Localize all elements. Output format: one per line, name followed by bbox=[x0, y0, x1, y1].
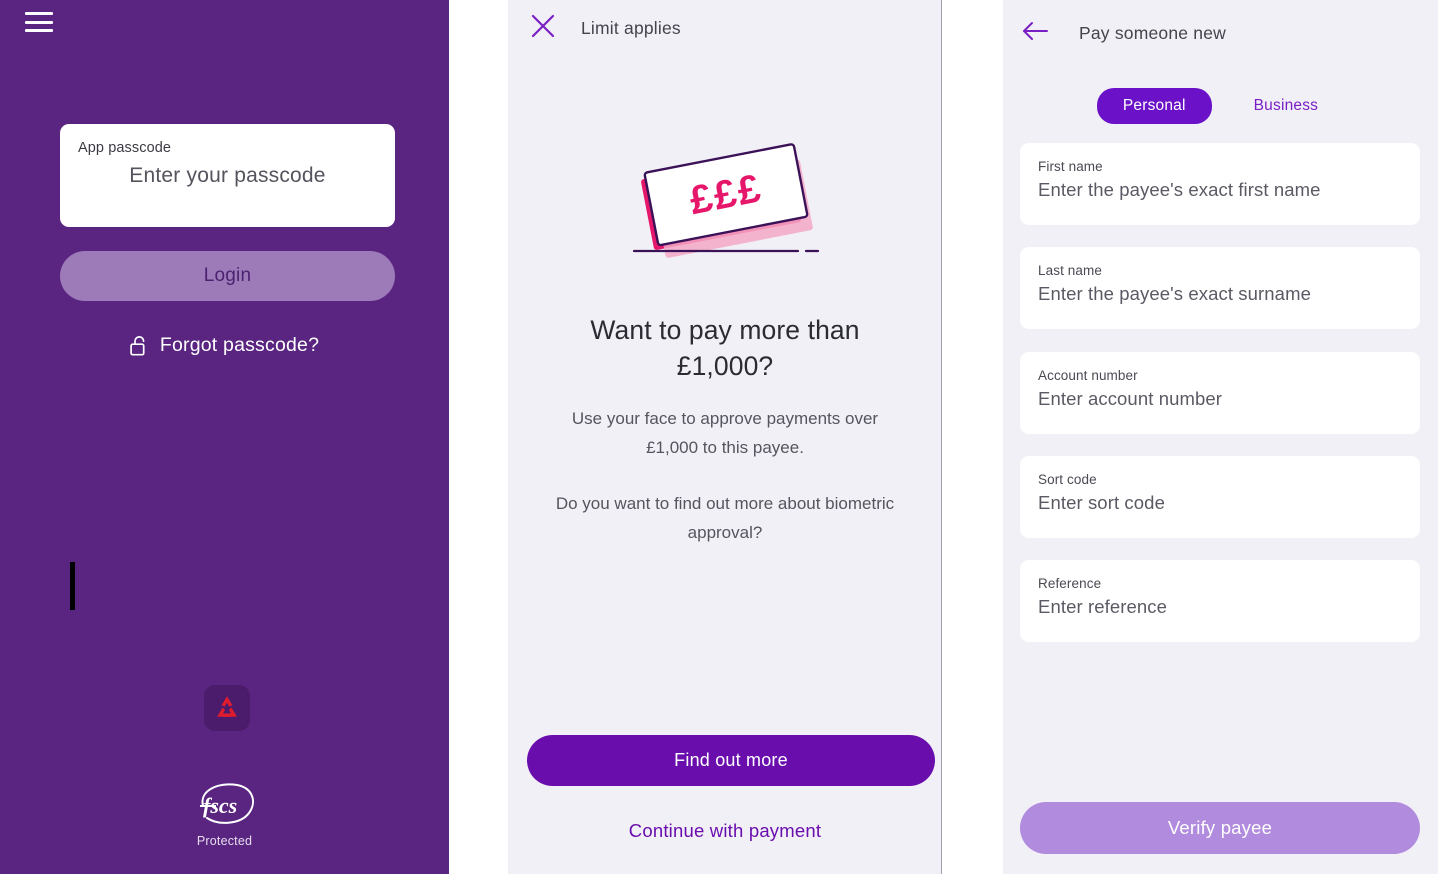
field-label: Account number bbox=[1038, 368, 1138, 383]
hamburger-bar bbox=[25, 29, 53, 32]
login-button[interactable]: Login bbox=[60, 251, 395, 301]
field-placeholder: Enter sort code bbox=[1038, 492, 1165, 513]
limit-heading: Want to pay more than £1,000? bbox=[590, 315, 860, 381]
screenshot-stage: App passcode Enter your passcode Login F… bbox=[0, 0, 1438, 874]
limit-body-primary: Use your face to approve payments over £… bbox=[571, 409, 879, 457]
forgot-passcode-label: Forgot passcode? bbox=[159, 334, 320, 356]
reference-field[interactable]: Reference Enter reference bbox=[1020, 560, 1420, 642]
natwest-logo bbox=[204, 685, 250, 731]
passcode-input[interactable]: App passcode Enter your passcode bbox=[60, 124, 395, 227]
field-label: Sort code bbox=[1038, 472, 1097, 487]
pay-header: Pay someone new bbox=[1003, 18, 1438, 49]
field-label: Reference bbox=[1038, 576, 1102, 591]
close-icon[interactable] bbox=[508, 12, 557, 45]
field-placeholder: Enter reference bbox=[1038, 596, 1168, 617]
forgot-passcode-link[interactable]: Forgot passcode? bbox=[0, 334, 449, 357]
passcode-label: App passcode bbox=[78, 140, 172, 156]
sort-code-field[interactable]: Sort code Enter sort code bbox=[1020, 456, 1420, 538]
limit-header: Limit applies bbox=[508, 12, 941, 45]
passcode-placeholder: Enter your passcode bbox=[129, 164, 326, 187]
tab-personal[interactable]: Personal bbox=[1096, 88, 1212, 124]
fscs-badge: fscs Protected bbox=[0, 780, 449, 848]
login-screen: App passcode Enter your passcode Login F… bbox=[0, 0, 449, 874]
lock-open-icon bbox=[130, 335, 149, 357]
last-name-field[interactable]: Last name Enter the payee's exact surnam… bbox=[1020, 247, 1420, 329]
fscs-caption: Protected bbox=[196, 834, 253, 848]
tab-business[interactable]: Business bbox=[1228, 88, 1345, 124]
first-name-field[interactable]: First name Enter the payee's exact first… bbox=[1020, 143, 1420, 225]
field-label: First name bbox=[1038, 159, 1103, 174]
field-placeholder: Enter account number bbox=[1038, 388, 1223, 409]
limit-title: Limit applies bbox=[581, 18, 681, 38]
payee-type-tabs: Personal Business bbox=[1003, 88, 1438, 124]
hamburger-bar bbox=[25, 12, 53, 15]
hamburger-icon[interactable] bbox=[25, 12, 53, 32]
back-arrow-icon[interactable] bbox=[1003, 18, 1050, 49]
limit-body-secondary: Do you want to find out more about biome… bbox=[555, 494, 895, 542]
field-label: Last name bbox=[1038, 263, 1102, 278]
banknotes-illustration: £££ bbox=[620, 138, 830, 263]
account-number-field[interactable]: Account number Enter account number bbox=[1020, 352, 1420, 434]
verify-payee-button[interactable]: Verify payee bbox=[1020, 802, 1420, 854]
limit-applies-screen: Limit applies £££ Want to pay more than … bbox=[508, 0, 942, 874]
text-caret bbox=[70, 562, 75, 610]
fscs-logo: fscs bbox=[199, 783, 254, 824]
field-placeholder: Enter the payee's exact first name bbox=[1038, 179, 1321, 200]
field-placeholder: Enter the payee's exact surname bbox=[1038, 283, 1311, 304]
pay-someone-new-screen: Pay someone new Personal Business First … bbox=[1003, 0, 1438, 874]
hamburger-bar bbox=[25, 20, 53, 24]
continue-with-payment-link[interactable]: Continue with payment bbox=[508, 820, 941, 842]
find-out-more-button[interactable]: Find out more bbox=[527, 735, 935, 786]
page-title: Pay someone new bbox=[1079, 23, 1226, 43]
